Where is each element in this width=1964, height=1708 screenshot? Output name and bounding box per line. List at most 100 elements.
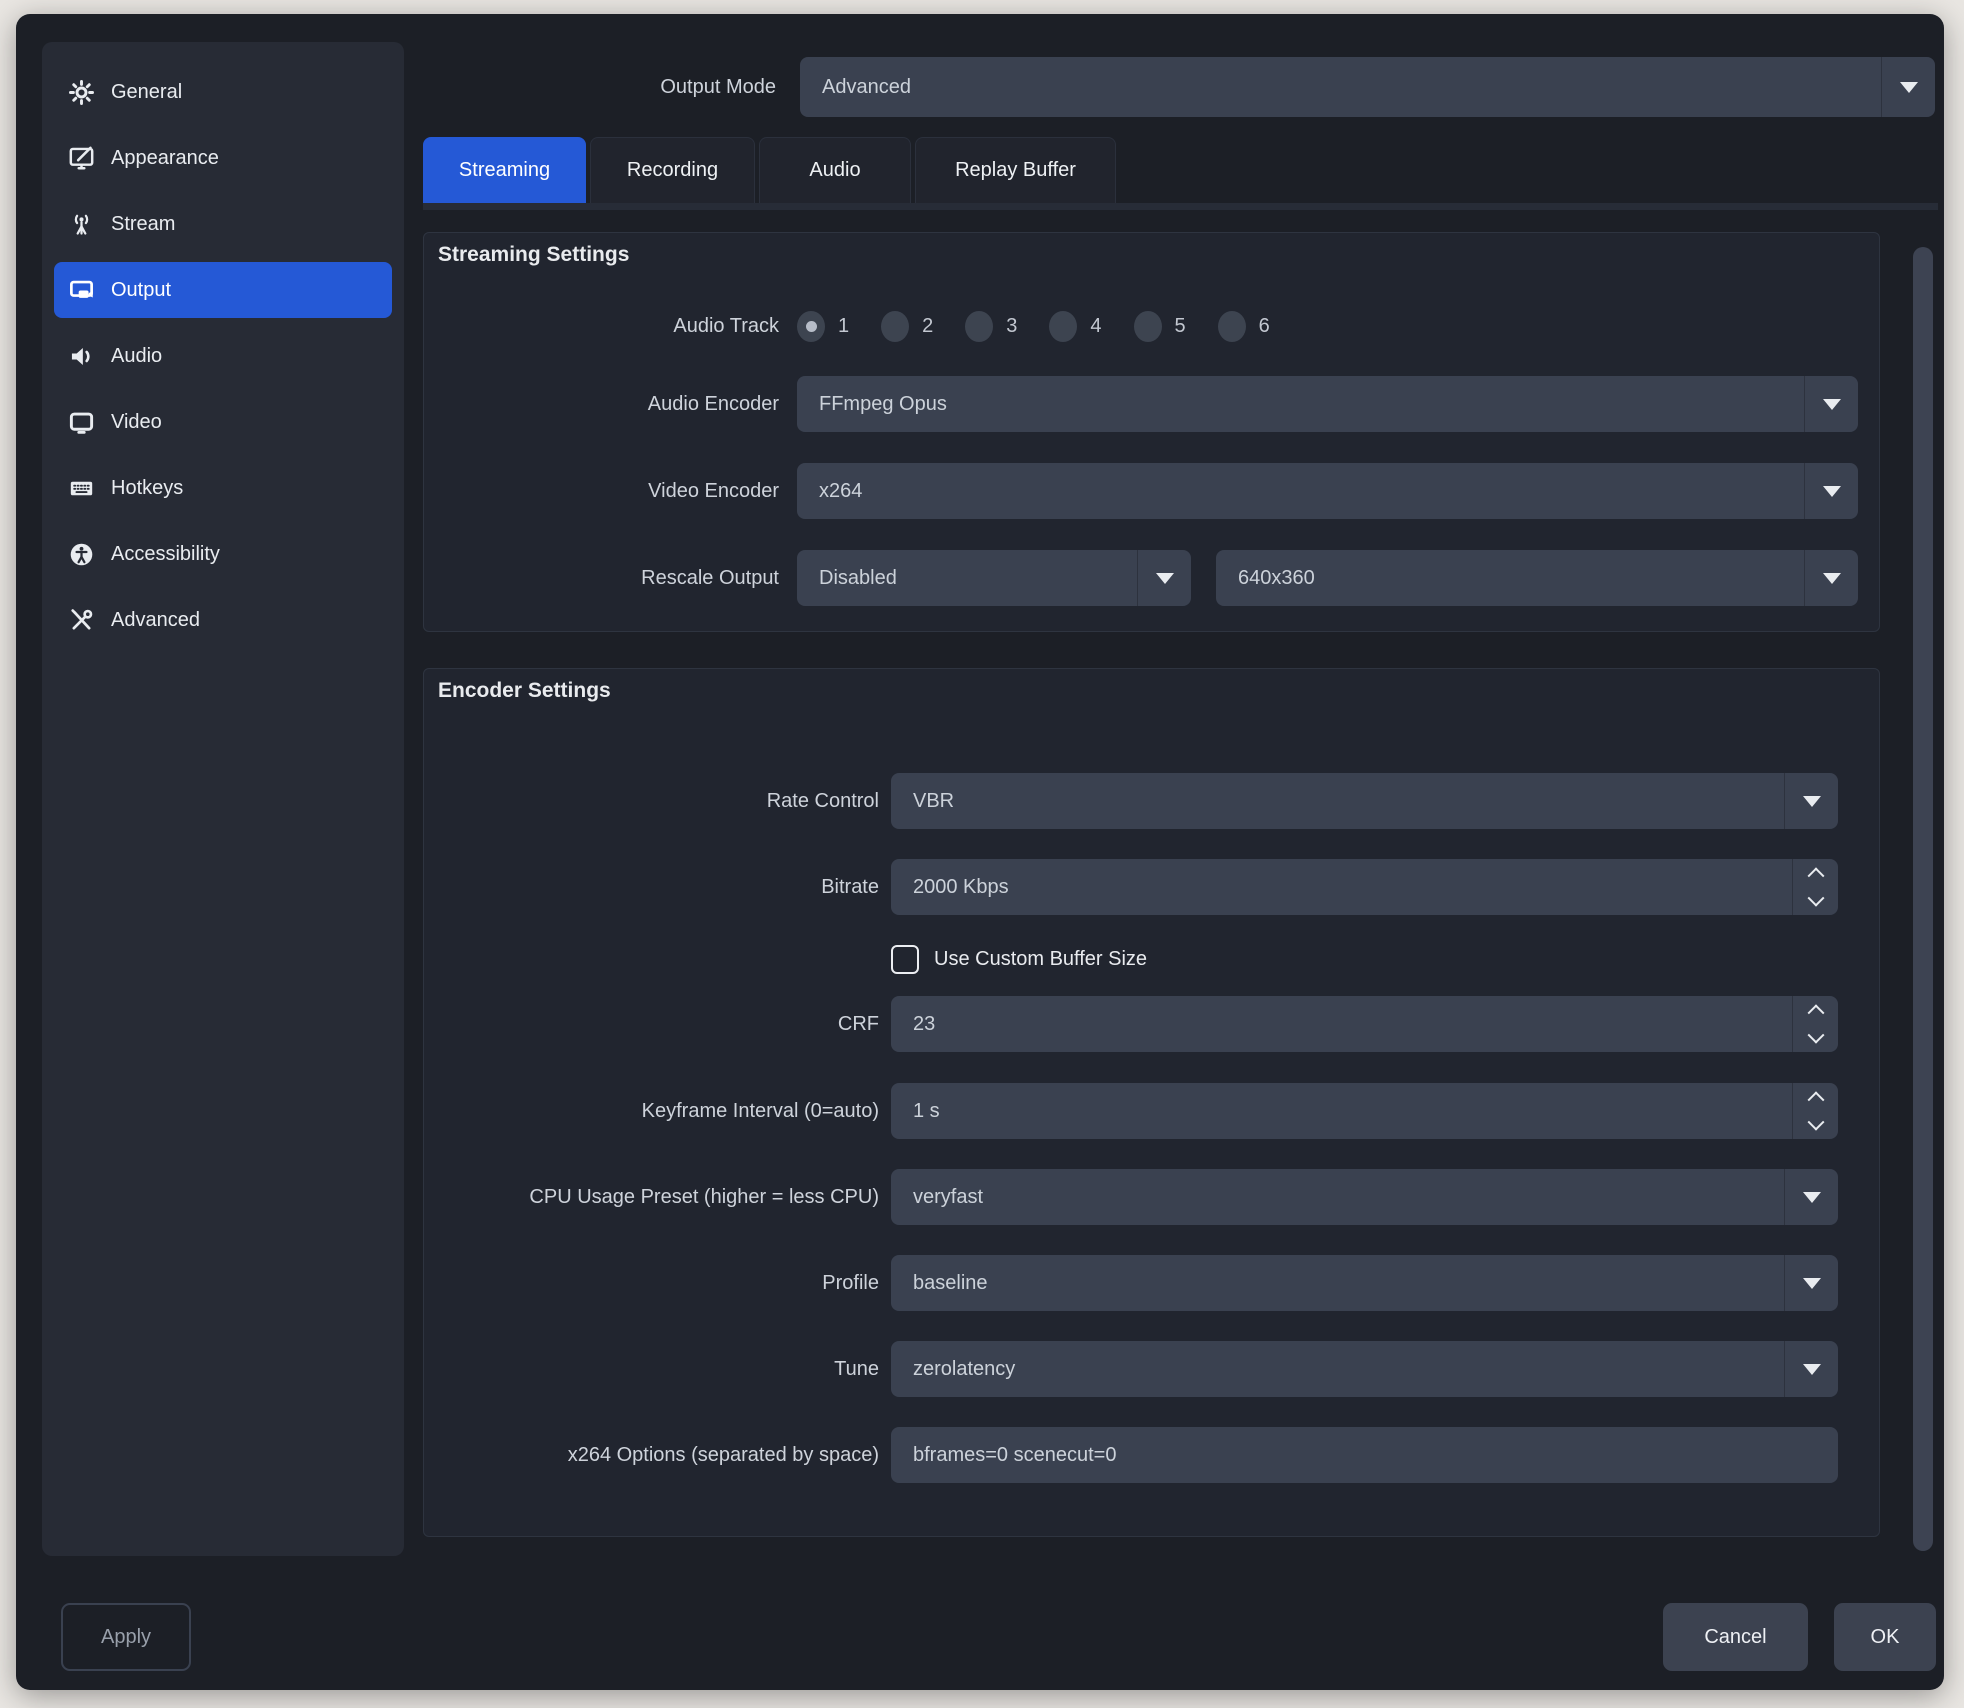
sidebar-item-label: General	[111, 81, 182, 104]
tab-audio[interactable]: Audio	[759, 137, 911, 203]
audio-track-option-6[interactable]: 6	[1218, 311, 1270, 342]
video-encoder-label: Video Encoder	[424, 463, 779, 519]
audio-track-option-4[interactable]: 4	[1049, 311, 1101, 342]
cpu-usage-preset-select[interactable]: veryfast	[891, 1169, 1838, 1225]
sidebar-item-appearance[interactable]: Appearance	[54, 130, 392, 186]
group-title: Streaming Settings	[438, 243, 629, 267]
audio-track-option-5[interactable]: 5	[1134, 311, 1186, 342]
profile-value: baseline	[913, 1255, 1778, 1311]
rescale-output-value: Disabled	[819, 550, 1131, 606]
use-custom-buffer-checkbox[interactable]	[891, 945, 919, 974]
radio-icon	[881, 311, 909, 342]
tab-label: Streaming	[459, 159, 550, 182]
rescale-resolution-value: 640x360	[1238, 550, 1798, 606]
tab-label: Audio	[809, 159, 860, 182]
tab-replay-buffer[interactable]: Replay Buffer	[915, 137, 1116, 203]
tab-pane-border	[423, 203, 1938, 210]
audio-track-radio-group: 1 2 3 4	[797, 305, 1858, 347]
rate-control-value: VBR	[913, 773, 1778, 829]
tab-streaming[interactable]: Streaming	[423, 137, 586, 203]
sidebar-item-label: Video	[111, 411, 162, 434]
radio-selected-icon	[797, 311, 825, 342]
sidebar: General Appearance Stream Output	[42, 42, 404, 1556]
use-custom-buffer-label: Use Custom Buffer Size	[934, 948, 1147, 971]
decrement-button[interactable]	[1793, 887, 1838, 915]
radio-label: 6	[1259, 315, 1270, 338]
radio-icon	[965, 311, 993, 342]
radio-label: 1	[838, 315, 849, 338]
decrement-button[interactable]	[1793, 1111, 1838, 1139]
radio-label: 5	[1175, 315, 1186, 338]
rate-control-select[interactable]: VBR	[891, 773, 1838, 829]
tune-label: Tune	[424, 1341, 879, 1397]
chevron-down-icon	[1137, 550, 1191, 606]
rescale-resolution-select[interactable]: 640x360	[1216, 550, 1858, 606]
radio-label: 3	[1006, 315, 1017, 338]
decrement-button[interactable]	[1793, 1024, 1838, 1052]
sidebar-item-label: Appearance	[111, 147, 219, 170]
cpu-usage-preset-value: veryfast	[913, 1169, 1778, 1225]
chevron-down-icon	[1807, 1114, 1824, 1131]
sidebar-item-advanced[interactable]: Advanced	[54, 592, 392, 648]
sidebar-item-stream[interactable]: Stream	[54, 196, 392, 252]
x264-options-label: x264 Options (separated by space)	[424, 1427, 879, 1483]
x264-options-input[interactable]: bframes=0 scenecut=0	[891, 1427, 1838, 1483]
group-title: Encoder Settings	[438, 679, 611, 703]
chevron-down-icon	[1784, 1255, 1838, 1311]
radio-label: 4	[1090, 315, 1101, 338]
tab-recording[interactable]: Recording	[590, 137, 755, 203]
audio-encoder-label: Audio Encoder	[424, 376, 779, 432]
sidebar-item-accessibility[interactable]: Accessibility	[54, 526, 392, 582]
increment-button[interactable]	[1793, 859, 1838, 887]
audio-track-option-1[interactable]: 1	[797, 311, 849, 342]
chevron-up-icon	[1807, 1004, 1824, 1021]
radio-label: 2	[922, 315, 933, 338]
video-encoder-select[interactable]: x264	[797, 463, 1858, 519]
sidebar-item-label: Hotkeys	[111, 477, 183, 500]
output-mode-value: Advanced	[822, 57, 1875, 117]
tab-label: Recording	[627, 159, 718, 182]
chevron-down-icon	[1804, 463, 1858, 519]
increment-button[interactable]	[1793, 1083, 1838, 1111]
settings-screen: General Appearance Stream Output	[0, 0, 1964, 1708]
ok-button[interactable]: OK	[1834, 1603, 1936, 1671]
apply-button[interactable]: Apply	[61, 1603, 191, 1671]
tab-label: Replay Buffer	[955, 159, 1076, 182]
chevron-down-icon	[1804, 376, 1858, 432]
audio-track-label: Audio Track	[424, 305, 779, 347]
keyframe-interval-stepper[interactable]: 1 s	[891, 1083, 1838, 1139]
audio-track-option-3[interactable]: 3	[965, 311, 1017, 342]
audio-encoder-select[interactable]: FFmpeg Opus	[797, 376, 1858, 432]
cancel-button[interactable]: Cancel	[1663, 1603, 1808, 1671]
tune-select[interactable]: zerolatency	[891, 1341, 1838, 1397]
sidebar-item-audio[interactable]: Audio	[54, 328, 392, 384]
chevron-down-icon	[1784, 1341, 1838, 1397]
audio-encoder-value: FFmpeg Opus	[819, 376, 1798, 432]
vertical-scrollbar-thumb[interactable]	[1913, 247, 1933, 1551]
increment-button[interactable]	[1793, 996, 1838, 1024]
radio-icon	[1134, 311, 1162, 342]
bitrate-value: 2000 Kbps	[913, 859, 1782, 915]
radio-icon	[1049, 311, 1077, 342]
output-mode-select[interactable]: Advanced	[800, 57, 1935, 117]
appearance-icon	[68, 145, 95, 172]
chevron-up-icon	[1807, 867, 1824, 884]
sidebar-item-output[interactable]: Output	[54, 262, 392, 318]
profile-select[interactable]: baseline	[891, 1255, 1838, 1311]
sidebar-item-hotkeys[interactable]: Hotkeys	[54, 460, 392, 516]
settings-window: General Appearance Stream Output	[16, 14, 1944, 1690]
audio-track-option-2[interactable]: 2	[881, 311, 933, 342]
sidebar-item-label: Audio	[111, 345, 162, 368]
sidebar-item-video[interactable]: Video	[54, 394, 392, 450]
bitrate-stepper[interactable]: 2000 Kbps	[891, 859, 1838, 915]
crf-stepper[interactable]: 23	[891, 996, 1838, 1052]
accessibility-icon	[68, 541, 95, 568]
use-custom-buffer-row: Use Custom Buffer Size	[891, 939, 1147, 979]
stepper-buttons	[1792, 996, 1838, 1052]
sidebar-item-general[interactable]: General	[54, 64, 392, 120]
streaming-settings-group: Streaming Settings Audio Track 1 2	[423, 232, 1880, 632]
sidebar-item-label: Advanced	[111, 609, 200, 632]
rescale-output-select[interactable]: Disabled	[797, 550, 1191, 606]
cpu-usage-preset-label: CPU Usage Preset (higher = less CPU)	[424, 1169, 879, 1225]
bitrate-label: Bitrate	[424, 859, 879, 915]
